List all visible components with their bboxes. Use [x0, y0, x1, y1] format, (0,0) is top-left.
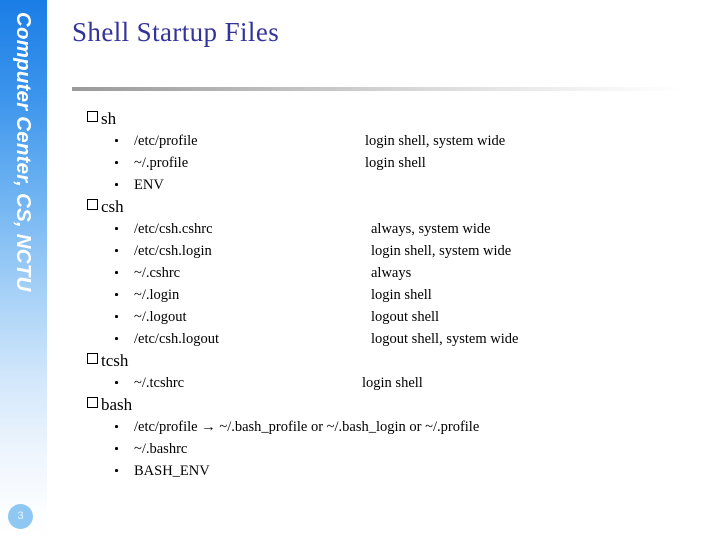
startup-file-path: ~/.profile: [134, 155, 189, 171]
startup-file-path: /etc/profile: [134, 133, 198, 149]
dot-bullet-icon: [115, 139, 118, 142]
hollow-square-bullet-icon: [87, 199, 98, 210]
section-header-tcsh: tcsh: [0, 350, 720, 372]
startup-file-row: ~/.login login shell: [0, 284, 720, 306]
slide-body: sh/etc/profile login shell, system wide ~/…: [0, 108, 720, 482]
startup-file-description: login shell: [371, 287, 432, 303]
shell-section-tcsh: tcsh ~/.tcshrc login shell: [0, 350, 720, 394]
startup-file-description: login shell, system wide: [371, 243, 512, 259]
section-header-label: csh: [101, 197, 124, 216]
page-title: Shell Startup Files: [72, 17, 280, 47]
section-header-bash: bash: [0, 394, 720, 416]
startup-file-path: ~/.logout: [134, 309, 187, 325]
startup-file-path: BASH_ENV: [134, 463, 210, 479]
startup-file-row: /etc/csh.cshrc always, system wide: [0, 218, 720, 240]
startup-file-description: logout shell: [371, 309, 440, 325]
dot-bullet-icon: [115, 293, 118, 296]
dot-bullet-icon: [115, 315, 118, 318]
startup-file-description: always, system wide: [371, 221, 491, 237]
startup-file-row: ~/.tcshrc login shell: [0, 372, 720, 394]
section-header-label: sh: [101, 109, 117, 128]
dot-bullet-icon: [115, 249, 118, 252]
shell-section-csh: csh/etc/csh.cshrc always, system wide/etc…: [0, 196, 720, 350]
startup-file-path: /etc/csh.logout: [134, 331, 219, 347]
dot-bullet-icon: [115, 161, 118, 164]
dot-bullet-icon: [115, 447, 118, 450]
section-header-label: bash: [101, 395, 133, 414]
startup-file-row: /etc/csh.login login shell, system wide: [0, 240, 720, 262]
startup-file-description: always: [371, 265, 412, 281]
page-number-badge: 3: [8, 504, 33, 529]
startup-file-description: login shell: [362, 375, 423, 391]
startup-file-row: ~/.bashrc: [0, 438, 720, 460]
title-divider: [72, 87, 682, 91]
dot-bullet-icon: [115, 469, 118, 472]
startup-file-row: /etc/csh.logout logout shell, system wide: [0, 328, 720, 350]
dot-bullet-icon: [115, 425, 118, 428]
startup-file-path: ~/.cshrc: [134, 265, 181, 281]
startup-file-path: ENV: [134, 177, 164, 193]
startup-file-path: ~/.tcshrc: [134, 375, 185, 391]
dot-bullet-icon: [115, 381, 118, 384]
startup-file-row: ENV: [0, 174, 720, 196]
section-header-csh: csh: [0, 196, 720, 218]
dot-bullet-icon: [115, 227, 118, 230]
shell-section-bash: bash/etc/profile → ~/.bash_profile or ~/…: [0, 394, 720, 482]
startup-file-path: /etc/csh.login: [134, 243, 212, 259]
section-header-label: tcsh: [101, 351, 129, 370]
startup-file-row: ~/.logout logout shell: [0, 306, 720, 328]
startup-file-path: /etc/csh.cshrc: [134, 221, 213, 237]
startup-file-description: login shell: [365, 155, 426, 171]
startup-file-row: /etc/profile login shell, system wide: [0, 130, 720, 152]
startup-file-description: logout shell, system wide: [371, 331, 519, 347]
section-header-sh: sh: [0, 108, 720, 130]
startup-file-path: ~/.bashrc: [134, 441, 188, 457]
dot-bullet-icon: [115, 337, 118, 340]
startup-file-row: BASH_ENV: [0, 460, 720, 482]
startup-file-row: ~/.cshrc always: [0, 262, 720, 284]
hollow-square-bullet-icon: [87, 397, 98, 408]
hollow-square-bullet-icon: [87, 111, 98, 122]
startup-file-row: ~/.profile login shell: [0, 152, 720, 174]
dot-bullet-icon: [115, 183, 118, 186]
startup-file-description: login shell, system wide: [365, 133, 506, 149]
startup-file-row: /etc/profile → ~/.bash_profile or ~/.bas…: [0, 416, 720, 438]
startup-file-path: /etc/profile → ~/.bash_profile or ~/.bas…: [134, 419, 480, 435]
shell-section-sh: sh/etc/profile login shell, system wide ~/…: [0, 108, 720, 196]
dot-bullet-icon: [115, 271, 118, 274]
startup-file-path: ~/.login: [134, 287, 180, 303]
hollow-square-bullet-icon: [87, 353, 98, 364]
